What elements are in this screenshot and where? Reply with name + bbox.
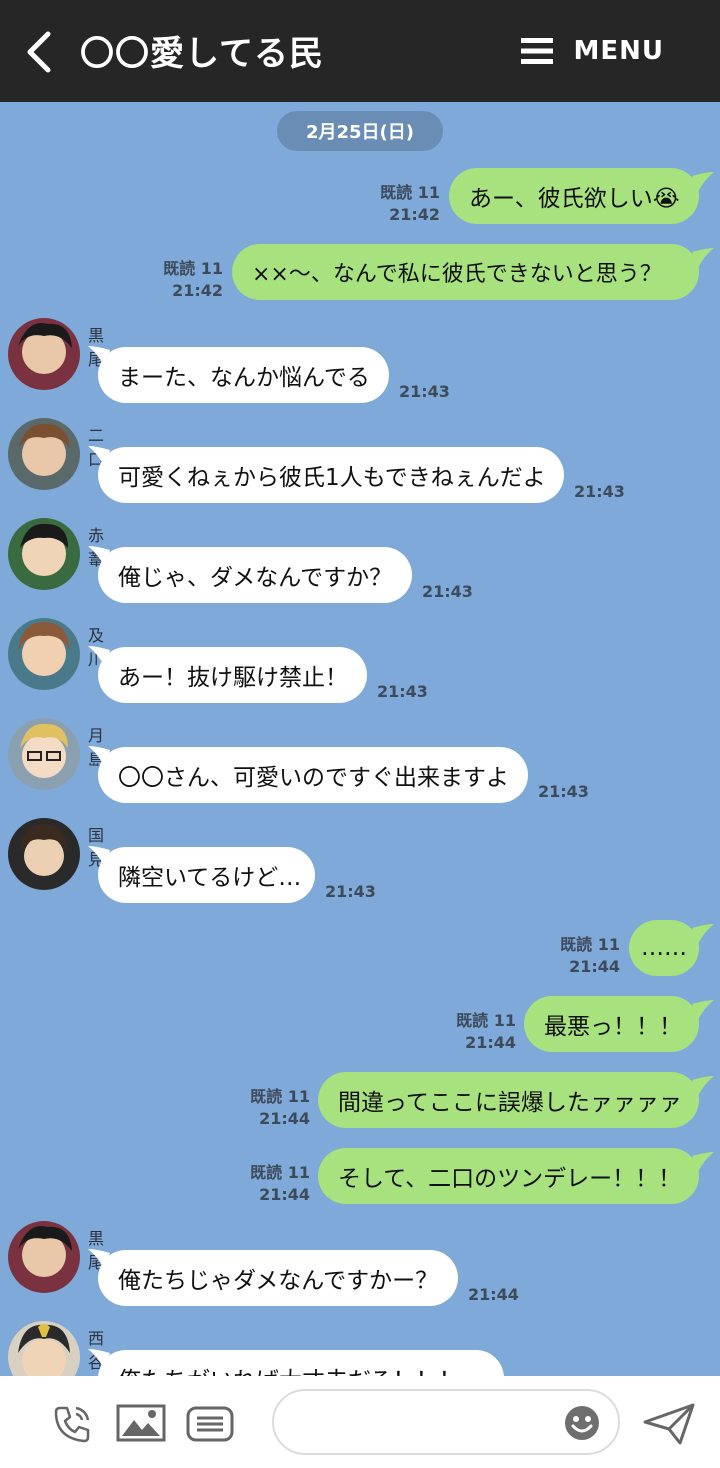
- message-input[interactable]: [272, 1389, 620, 1455]
- hamburger-icon: [521, 38, 554, 64]
- read-receipt: 既読 11: [250, 1163, 310, 1182]
- message-bubble[interactable]: まーた、なんか悩んでる: [98, 347, 389, 403]
- message-bubble[interactable]: あー！抜け駆け禁止！: [98, 647, 367, 703]
- message-time: 21:44: [259, 1109, 310, 1128]
- message-time: 21:43: [574, 482, 625, 501]
- message-bubble[interactable]: 間違ってここに誤爆したァァァァ: [318, 1072, 699, 1128]
- bubble-tail: [692, 1000, 714, 1020]
- message-time: 21:42: [172, 281, 223, 300]
- bubble-tail: [692, 1152, 714, 1172]
- message-list[interactable]: 2月25日(日) 既読 11 21:42 あー、彼氏欲しい😭 既読 11 21:…: [0, 102, 720, 1376]
- input-bar: [0, 1376, 720, 1468]
- bubble-tail: [692, 924, 714, 944]
- send-icon[interactable]: [642, 1402, 696, 1446]
- message-bubble[interactable]: 〇〇さん、可愛いのですぐ出来ますよ: [98, 747, 528, 803]
- read-receipt: 既読 11: [456, 1011, 516, 1030]
- message-time: 21:43: [399, 382, 450, 401]
- message-time: 21:43: [325, 882, 376, 901]
- message-time: 21:42: [389, 205, 440, 224]
- message-bubble[interactable]: あー、彼氏欲しい😭: [449, 168, 699, 224]
- chat-header: 〇〇愛してる民 MENU: [0, 0, 720, 102]
- read-receipt: 既読 11: [380, 183, 440, 202]
- avatar[interactable]: [8, 418, 80, 490]
- phone-icon[interactable]: [52, 1404, 92, 1444]
- chevron-left-icon[interactable]: [22, 30, 58, 74]
- chat-title: 〇〇愛してる民: [80, 34, 324, 74]
- message-time: 21:43: [538, 782, 589, 801]
- avatar[interactable]: [8, 1321, 80, 1376]
- read-receipt: 既読 11: [560, 935, 620, 954]
- date-separator: 2月25日(日): [277, 111, 443, 151]
- message-bubble[interactable]: 俺たちがいれば大丈夫だろ！！！: [98, 1350, 504, 1376]
- keyboard-icon[interactable]: [186, 1406, 234, 1442]
- message-time: 21:44: [569, 957, 620, 976]
- avatar[interactable]: [8, 618, 80, 690]
- message-bubble[interactable]: そして、二口のツンデレー！！！: [318, 1148, 699, 1204]
- message-bubble[interactable]: 最悪っ！！！: [524, 996, 699, 1052]
- menu-label: MENU: [573, 36, 664, 66]
- message-bubble[interactable]: 可愛くねぇから彼氏1人もできねぇんだよ: [98, 447, 564, 503]
- image-icon[interactable]: [116, 1404, 166, 1442]
- message-bubble[interactable]: ……: [629, 920, 699, 976]
- avatar[interactable]: [8, 318, 80, 390]
- bubble-tail: [692, 1076, 714, 1096]
- message-time: 21:44: [259, 1185, 310, 1204]
- message-bubble[interactable]: 俺たちじゃダメなんですかー？: [98, 1250, 458, 1306]
- menu-button[interactable]: MENU: [521, 34, 664, 68]
- bubble-tail: [692, 248, 714, 268]
- message-bubble[interactable]: 俺じゃ、ダメなんですか？: [98, 547, 412, 603]
- message-time: 21:44: [465, 1033, 516, 1052]
- read-receipt: 既読 11: [250, 1087, 310, 1106]
- avatar[interactable]: [8, 518, 80, 590]
- avatar[interactable]: [8, 718, 80, 790]
- bubble-tail: [692, 172, 714, 192]
- message-time: 21:44: [468, 1285, 519, 1304]
- read-receipt: 既読 11: [163, 259, 223, 278]
- message-bubble[interactable]: 隣空いてるけど…: [98, 847, 315, 903]
- message-bubble[interactable]: ××〜、なんで私に彼氏できないと思う？: [232, 244, 699, 300]
- message-time: 21:43: [377, 682, 428, 701]
- avatar[interactable]: [8, 818, 80, 890]
- smiley-icon[interactable]: [564, 1405, 600, 1441]
- avatar[interactable]: [8, 1221, 80, 1293]
- message-time: 21:43: [422, 582, 473, 601]
